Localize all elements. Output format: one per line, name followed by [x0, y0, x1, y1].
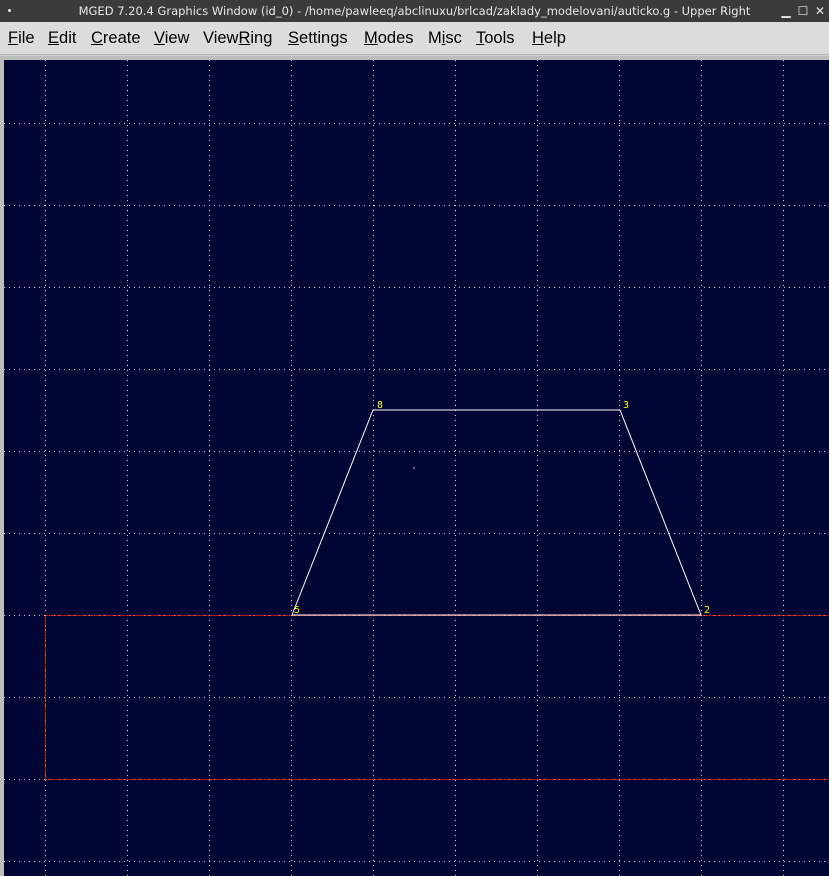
- menu-create[interactable]: Create: [91, 22, 141, 54]
- menu-file[interactable]: File: [8, 22, 35, 54]
- mged-graphics-window: MGED 7.20.4 Graphics Window (id_0) - /ho…: [0, 0, 829, 876]
- window-title: MGED 7.20.4 Graphics Window (id_0) - /ho…: [78, 4, 751, 18]
- title-bar[interactable]: MGED 7.20.4 Graphics Window (id_0) - /ho…: [0, 0, 829, 22]
- menu-bar: File Edit Create View ViewRing Settings …: [0, 22, 829, 55]
- minimize-icon[interactable]: ▁: [778, 0, 794, 22]
- menu-settings[interactable]: Settings: [288, 22, 348, 54]
- vertex-label-8: 8: [377, 400, 383, 411]
- menu-modes[interactable]: Modes: [364, 22, 414, 54]
- menu-view[interactable]: View: [154, 22, 189, 54]
- menu-help[interactable]: Help: [532, 22, 566, 54]
- vertex-label-3: 3: [623, 400, 629, 411]
- close-icon[interactable]: ✕: [812, 0, 828, 22]
- menu-viewring[interactable]: ViewRing: [203, 22, 272, 54]
- menu-edit[interactable]: Edit: [48, 22, 76, 54]
- trapezoid-sketch[interactable]: [291, 409, 702, 616]
- graphics-canvas[interactable]: 8 3 5 2: [4, 60, 829, 876]
- center-dot: [413, 467, 415, 469]
- menu-tools[interactable]: Tools: [476, 22, 515, 54]
- grid: [4, 60, 829, 876]
- maximize-icon[interactable]: ☐: [795, 0, 811, 22]
- vertex-label-5: 5: [294, 605, 300, 616]
- menu-misc[interactable]: Misc: [428, 22, 462, 54]
- vertex-label-2: 2: [704, 605, 710, 616]
- red-dashed-box: [45, 615, 829, 780]
- graphics-viewport[interactable]: 8 3 5 2: [4, 60, 829, 876]
